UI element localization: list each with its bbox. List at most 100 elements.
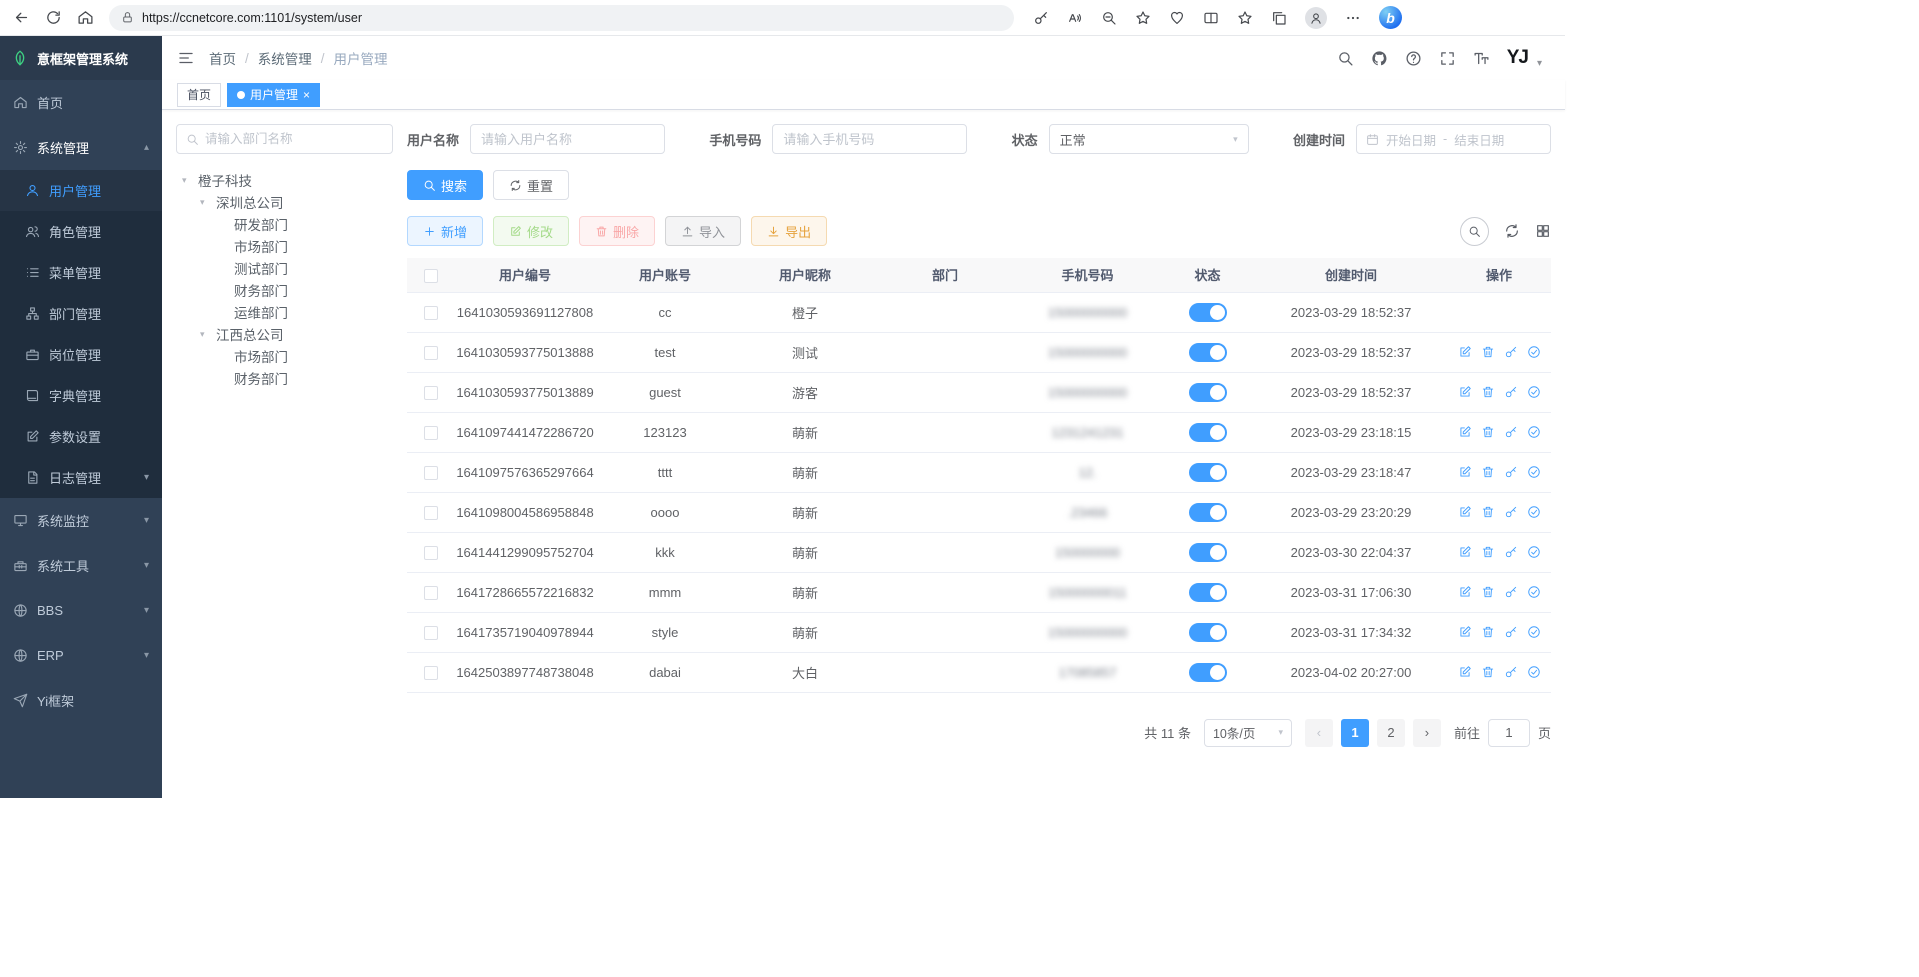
edit-action-icon[interactable] <box>1458 545 1472 559</box>
tree-node[interactable]: ▾橙子科技 <box>176 169 393 191</box>
edit-action-icon[interactable] <box>1458 665 1472 679</box>
edit-action-icon[interactable] <box>1458 465 1472 479</box>
edit-action-icon[interactable] <box>1458 505 1472 519</box>
assign-role-action-icon[interactable] <box>1527 385 1541 399</box>
delete-action-icon[interactable] <box>1481 385 1495 399</box>
assign-role-action-icon[interactable] <box>1527 505 1541 519</box>
password-key-icon[interactable] <box>1033 10 1049 26</box>
delete-action-icon[interactable] <box>1481 345 1495 359</box>
add-button[interactable]: 新增 <box>407 216 483 246</box>
row-checkbox[interactable] <box>424 306 438 320</box>
status-toggle[interactable] <box>1189 343 1227 362</box>
assign-role-action-icon[interactable] <box>1527 665 1541 679</box>
reset-password-action-icon[interactable] <box>1504 665 1518 679</box>
sidebar-subitem-post[interactable]: 岗位管理 <box>0 334 162 375</box>
sidebar-subitem-dict[interactable]: 字典管理 <box>0 375 162 416</box>
delete-action-icon[interactable] <box>1481 425 1495 439</box>
tree-node[interactable]: 测试部门 <box>176 257 393 279</box>
reset-button[interactable]: 重置 <box>493 170 569 200</box>
github-icon[interactable] <box>1371 50 1388 67</box>
reset-password-action-icon[interactable] <box>1504 625 1518 639</box>
goto-page-input[interactable] <box>1488 719 1530 747</box>
row-checkbox[interactable] <box>424 506 438 520</box>
assign-role-action-icon[interactable] <box>1527 585 1541 599</box>
row-checkbox[interactable] <box>424 466 438 480</box>
delete-action-icon[interactable] <box>1481 545 1495 559</box>
row-checkbox[interactable] <box>424 426 438 440</box>
breadcrumb-item[interactable]: 首页 <box>209 48 236 68</box>
status-toggle[interactable] <box>1189 583 1227 602</box>
tree-node[interactable]: 市场部门 <box>176 235 393 257</box>
reset-password-action-icon[interactable] <box>1504 545 1518 559</box>
split-screen-icon[interactable] <box>1203 10 1219 26</box>
status-toggle[interactable] <box>1189 623 1227 642</box>
close-tag-icon[interactable]: × <box>303 89 310 101</box>
avatar-dropdown-icon[interactable]: ▾ <box>1537 58 1542 69</box>
delete-action-icon[interactable] <box>1481 625 1495 639</box>
sidebar-subitem-log[interactable]: 日志管理▾ <box>0 457 162 498</box>
assign-role-action-icon[interactable] <box>1527 625 1541 639</box>
status-toggle[interactable] <box>1189 303 1227 322</box>
delete-action-icon[interactable] <box>1481 465 1495 479</box>
tree-node[interactable]: 市场部门 <box>176 345 393 367</box>
row-checkbox[interactable] <box>424 386 438 400</box>
sidebar-subitem-role[interactable]: 角色管理 <box>0 211 162 252</box>
page-button-2[interactable]: 2 <box>1377 719 1405 747</box>
tag-user-management[interactable]: 用户管理 × <box>227 83 320 107</box>
collapse-sidebar-icon[interactable] <box>177 49 195 67</box>
status-toggle[interactable] <box>1189 503 1227 522</box>
edit-button[interactable]: 修改 <box>493 216 569 246</box>
read-aloud-icon[interactable] <box>1067 10 1083 26</box>
dept-search-input[interactable] <box>205 132 383 146</box>
assign-role-action-icon[interactable] <box>1527 425 1541 439</box>
sidebar-item-yi[interactable]: Yi框架 <box>0 678 162 723</box>
reset-password-action-icon[interactable] <box>1504 465 1518 479</box>
status-toggle[interactable] <box>1189 543 1227 562</box>
columns-icon[interactable] <box>1535 223 1551 239</box>
assign-role-action-icon[interactable] <box>1527 545 1541 559</box>
status-toggle[interactable] <box>1189 463 1227 482</box>
status-toggle[interactable] <box>1189 383 1227 402</box>
date-range-picker[interactable]: 开始日期 - 结束日期 <box>1356 124 1551 154</box>
collections-icon[interactable] <box>1271 10 1287 26</box>
back-icon[interactable] <box>13 9 30 26</box>
reset-password-action-icon[interactable] <box>1504 425 1518 439</box>
zoom-out-icon[interactable] <box>1101 10 1117 26</box>
fullscreen-icon[interactable] <box>1439 50 1456 67</box>
next-page-button[interactable]: › <box>1413 719 1441 747</box>
refresh-page-icon[interactable] <box>45 9 62 26</box>
delete-action-icon[interactable] <box>1481 585 1495 599</box>
sidebar-item-tool[interactable]: 系统工具▾ <box>0 543 162 588</box>
help-icon[interactable] <box>1405 50 1422 67</box>
edit-action-icon[interactable] <box>1458 625 1472 639</box>
edit-action-icon[interactable] <box>1458 585 1472 599</box>
sidebar-item-monitor[interactable]: 系统监控▾ <box>0 498 162 543</box>
toggle-search-icon[interactable] <box>1460 217 1489 246</box>
sidebar-subitem-config[interactable]: 参数设置 <box>0 416 162 457</box>
reset-password-action-icon[interactable] <box>1504 505 1518 519</box>
status-toggle[interactable] <box>1189 663 1227 682</box>
row-checkbox[interactable] <box>424 546 438 560</box>
reset-password-action-icon[interactable] <box>1504 345 1518 359</box>
delete-action-icon[interactable] <box>1481 665 1495 679</box>
tag-home[interactable]: 首页 <box>177 83 221 107</box>
sidebar-subitem-dept[interactable]: 部门管理 <box>0 293 162 334</box>
page-button-1[interactable]: 1 <box>1341 719 1369 747</box>
tree-node[interactable]: 财务部门 <box>176 279 393 301</box>
refresh-table-icon[interactable] <box>1504 223 1520 239</box>
sidebar-item-home[interactable]: 首页 <box>0 80 162 125</box>
tree-node[interactable]: 研发部门 <box>176 213 393 235</box>
phone-input[interactable] <box>772 124 967 154</box>
browser-menu-icon[interactable] <box>1345 10 1361 26</box>
edit-action-icon[interactable] <box>1458 345 1472 359</box>
assign-role-action-icon[interactable] <box>1527 465 1541 479</box>
favorites-icon[interactable] <box>1237 10 1253 26</box>
reset-password-action-icon[interactable] <box>1504 385 1518 399</box>
status-select[interactable]: 正常 ▾ <box>1049 124 1249 154</box>
user-avatar-logo[interactable]: YJ <box>1507 47 1528 69</box>
favorites-add-icon[interactable] <box>1135 10 1151 26</box>
username-input[interactable] <box>470 124 665 154</box>
row-checkbox[interactable] <box>424 626 438 640</box>
sidebar-subitem-user[interactable]: 用户管理 <box>0 170 162 211</box>
export-button[interactable]: 导出 <box>751 216 827 246</box>
